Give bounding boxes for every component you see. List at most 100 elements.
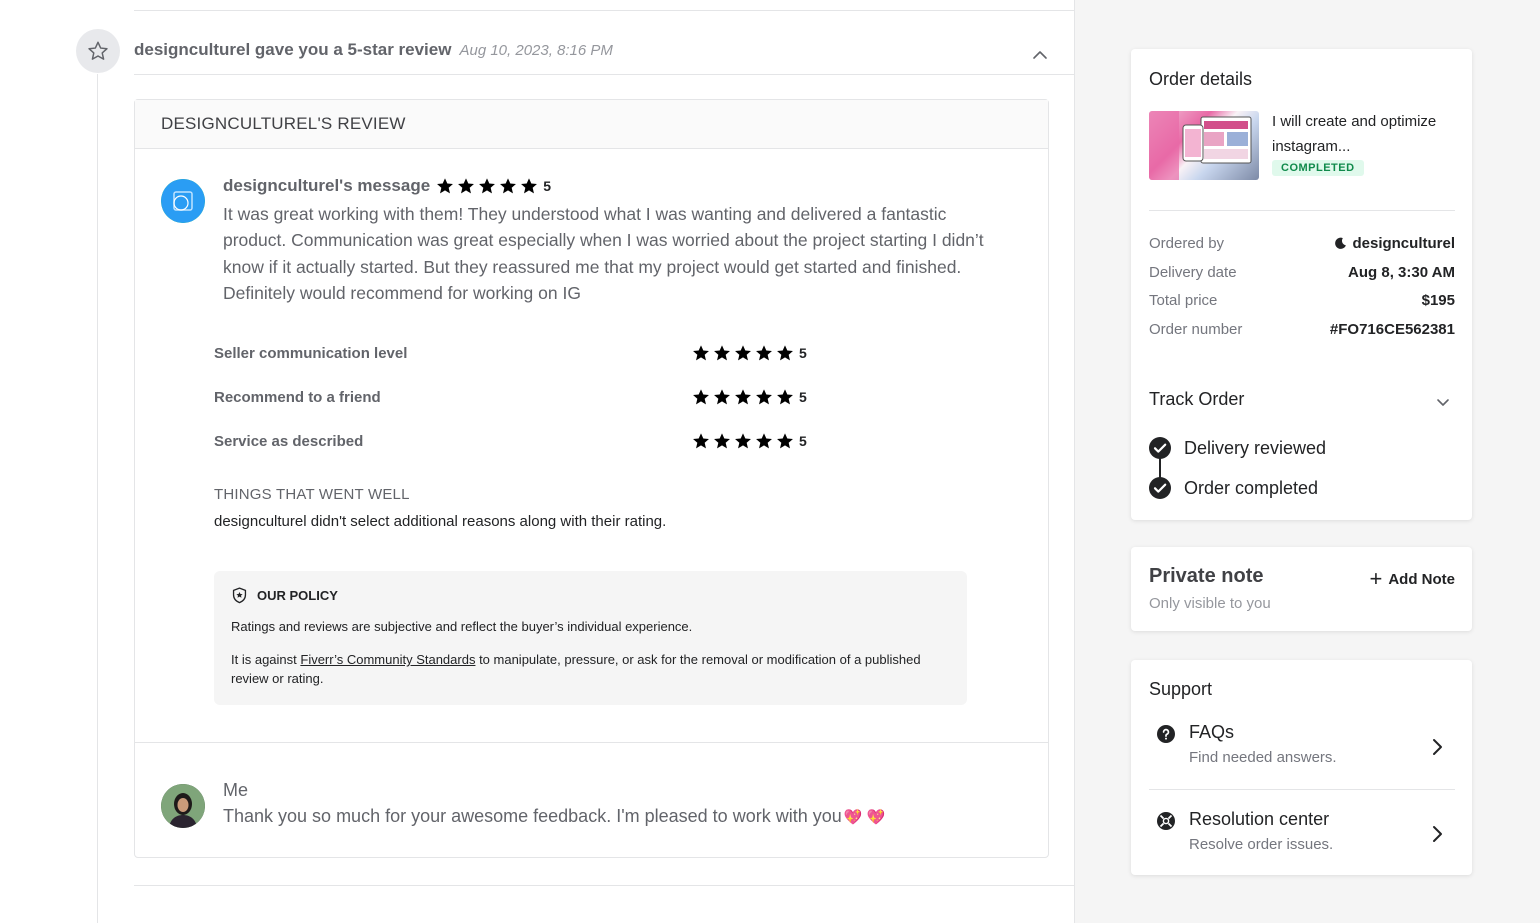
review-header: DESIGNCULTUREL'S REVIEW — [135, 100, 1048, 149]
chevron-down-icon[interactable] — [1434, 393, 1452, 411]
star-icon — [713, 344, 731, 362]
rating-value: 5 — [799, 433, 807, 449]
check-circle-icon — [1149, 477, 1171, 499]
row-label: Total price — [1149, 292, 1218, 309]
support-item-subtitle: Find needed answers. — [1189, 749, 1337, 766]
star-icon — [776, 344, 794, 362]
went-well-title: THINGS THAT WENT WELL — [214, 486, 410, 503]
status-badge: COMPLETED — [1272, 160, 1364, 176]
private-note-subtitle: Only visible to you — [1149, 595, 1271, 612]
order-details-card: Order details I will create and optimize… — [1131, 49, 1472, 520]
criteria-label: Service as described — [214, 433, 364, 450]
support-card: Support FAQs Find needed answers. Resolu… — [1131, 660, 1472, 875]
star-rating: 5 — [436, 177, 551, 195]
row-label: Order number — [1149, 321, 1243, 338]
went-well-text: designculturel didn't select additional … — [214, 513, 667, 530]
star-outline-icon — [76, 29, 120, 73]
order-row-total-price: Total price $195 — [1149, 292, 1455, 309]
chevron-right-icon — [1433, 826, 1442, 842]
event-date: Aug 10, 2023, 8:16 PM — [459, 42, 613, 59]
star-icon — [436, 177, 454, 195]
row-value[interactable]: designculturel — [1334, 235, 1455, 252]
star-icon — [776, 388, 794, 406]
star-icon — [734, 344, 752, 362]
row-label: Ordered by — [1149, 235, 1225, 252]
timeline-line — [97, 74, 98, 923]
row-value: #FO716CE562381 — [1329, 321, 1455, 338]
community-standards-link[interactable]: Fiverr’s Community Standards — [300, 652, 475, 667]
star-icon — [776, 432, 794, 450]
divider — [134, 885, 1074, 886]
track-step: Delivery reviewed — [1149, 437, 1326, 459]
gig-title[interactable]: I will create and optimize instagram... — [1272, 109, 1457, 159]
policy-text: It is against Fiverr’s Community Standar… — [231, 650, 951, 688]
star-icon — [478, 177, 496, 195]
rating-value: 5 — [543, 178, 551, 194]
rating-value: 5 — [799, 345, 807, 361]
review-message-body: It was great working with them! They und… — [223, 204, 984, 304]
track-order-title[interactable]: Track Order — [1149, 389, 1244, 410]
divider — [135, 742, 1048, 743]
gig-thumbnail[interactable] — [1149, 111, 1259, 180]
lifebuoy-icon — [1157, 812, 1175, 830]
star-icon — [734, 432, 752, 450]
order-row-order-number: Order number #FO716CE562381 — [1149, 321, 1455, 338]
support-item-resolution-center[interactable]: Resolution center Resolve order issues. — [1149, 809, 1455, 869]
add-note-button[interactable]: + Add Note — [1369, 568, 1455, 590]
divider — [1149, 210, 1455, 211]
chevron-right-icon — [1433, 739, 1442, 755]
heart-emoji-icon: 💖 💖 — [843, 809, 886, 826]
criteria-label: Recommend to a friend — [214, 389, 381, 406]
divider — [134, 74, 1074, 75]
star-icon — [457, 177, 475, 195]
order-details-title: Order details — [1149, 69, 1253, 89]
star-icon — [713, 432, 731, 450]
shield-star-icon — [232, 587, 247, 604]
star-icon — [692, 432, 710, 450]
star-icon — [499, 177, 517, 195]
star-icon — [755, 432, 773, 450]
step-label: Delivery reviewed — [1184, 437, 1327, 458]
row-label: Delivery date — [1149, 264, 1237, 281]
avatar — [161, 179, 205, 223]
ordered-by-value: designculturel — [1352, 235, 1455, 252]
private-note-card: Private note Only visible to you + Add N… — [1131, 547, 1472, 631]
plus-icon: + — [1369, 566, 1383, 591]
avatar — [161, 784, 205, 828]
policy-text-prefix: It is against — [231, 652, 301, 667]
divider — [1149, 789, 1455, 790]
star-icon — [692, 388, 710, 406]
policy-text: Ratings and reviews are subjective and r… — [231, 619, 693, 634]
support-item-title: FAQs — [1189, 722, 1235, 742]
reply-text: Thank you so much for your awesome feedb… — [223, 806, 885, 827]
reply-text-body: Thank you so much for your awesome feedb… — [223, 806, 842, 826]
track-step: Order completed — [1149, 477, 1318, 499]
criteria-rating: 5 — [692, 388, 807, 406]
step-label: Order completed — [1184, 477, 1319, 498]
star-icon — [520, 177, 538, 195]
support-title: Support — [1149, 679, 1213, 699]
support-item-subtitle: Resolve order issues. — [1189, 836, 1334, 853]
policy-box: OUR POLICY Ratings and reviews are subje… — [214, 571, 967, 705]
star-icon — [734, 388, 752, 406]
star-icon — [713, 388, 731, 406]
support-item-title: Resolution center — [1189, 809, 1330, 829]
star-icon — [755, 344, 773, 362]
rating-value: 5 — [799, 389, 807, 405]
order-activity-panel: designculturel gave you a 5-star review A… — [0, 0, 1075, 923]
reply-author: Me — [223, 780, 249, 800]
row-value: $195 — [1421, 292, 1455, 309]
chevron-up-icon[interactable] — [1030, 45, 1050, 65]
divider — [134, 10, 1074, 11]
moon-icon — [1335, 237, 1347, 249]
row-value: Aug 8, 3:30 AM — [1348, 264, 1455, 281]
star-icon — [755, 388, 773, 406]
review-message-title: designculturel's message 5 — [223, 176, 551, 196]
policy-header: OUR POLICY — [231, 587, 338, 604]
criteria-rating: 5 — [692, 344, 807, 362]
star-icon — [692, 344, 710, 362]
support-item-faqs[interactable]: FAQs Find needed answers. — [1149, 722, 1455, 782]
event-title-text: designculturel gave you a 5-star review — [134, 40, 452, 59]
policy-title: OUR POLICY — [257, 588, 338, 603]
add-note-label: Add Note — [1388, 570, 1455, 588]
